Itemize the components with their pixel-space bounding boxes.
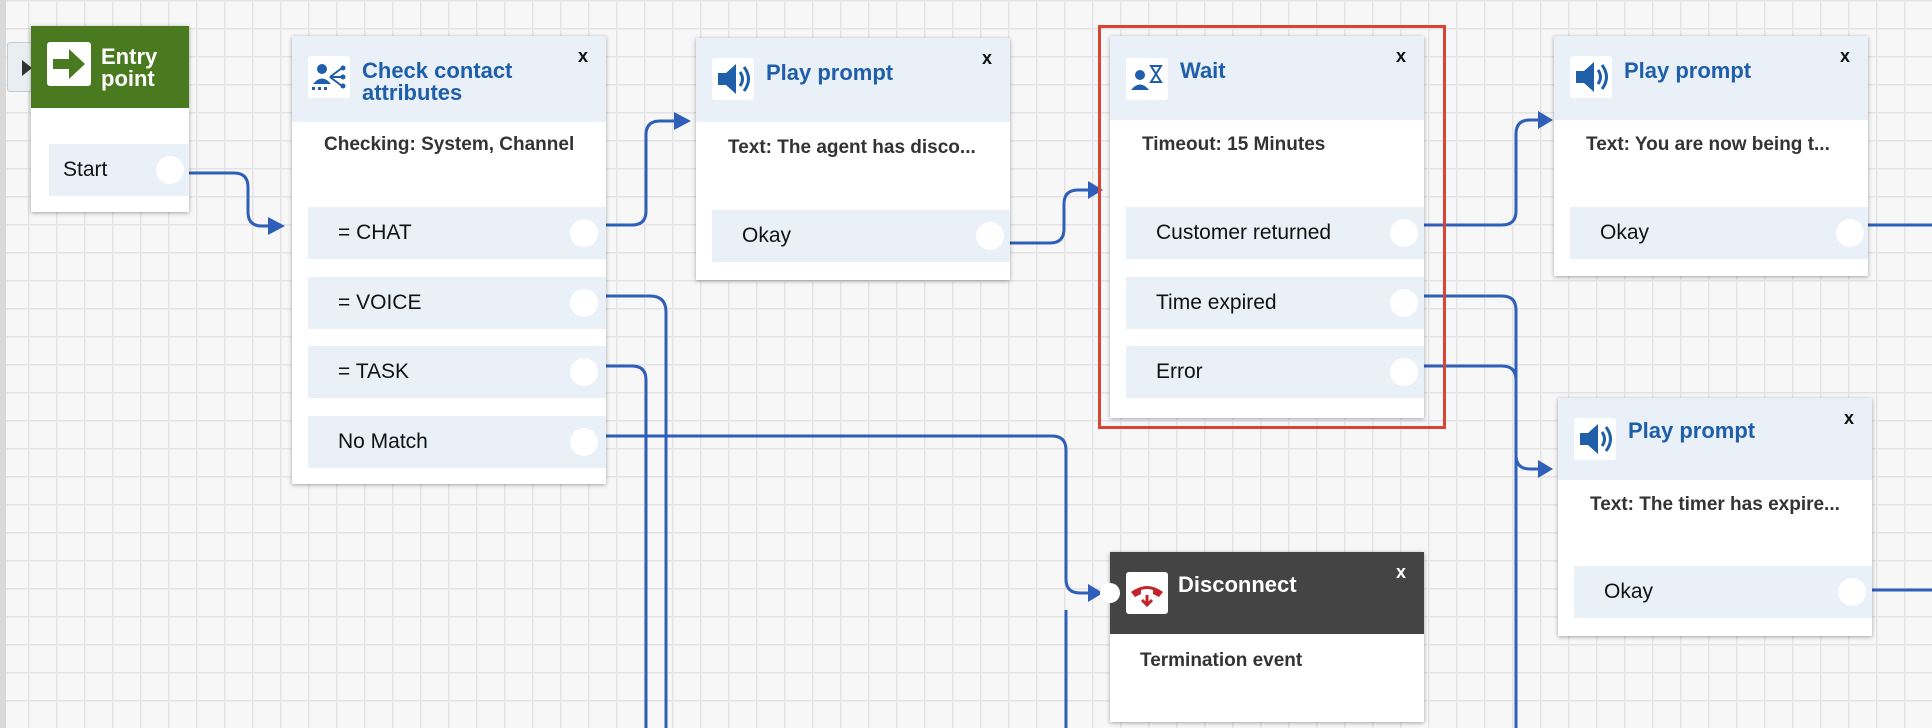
play-prompt-block-3[interactable]: Play prompt x Text: The timer has expire… — [1558, 398, 1872, 636]
check-close-button[interactable]: x — [578, 46, 588, 67]
branch-chat-label: = CHAT — [338, 221, 412, 244]
disconnect-input-port[interactable] — [1100, 583, 1120, 603]
arrowhead-prompt1 — [674, 112, 691, 130]
prompt2-okay-branch[interactable]: Okay — [1570, 207, 1868, 259]
entry-point-header: Entry point — [31, 26, 189, 108]
disconnect-title: Disconnect — [1178, 572, 1297, 597]
branch-customer-returned[interactable]: Customer returned — [1126, 207, 1424, 259]
speaker-icon — [1574, 418, 1616, 460]
branch-no-match[interactable]: No Match — [308, 416, 606, 468]
prompt3-okay-label: Okay — [1604, 580, 1654, 603]
prompt2-description: Text: You are now being t... — [1586, 134, 1830, 155]
start-output-port[interactable] — [156, 156, 184, 184]
prompt1-title: Play prompt — [766, 60, 894, 85]
branch-error[interactable]: Error — [1126, 346, 1424, 398]
branch-time-expired[interactable]: Time expired — [1126, 277, 1424, 329]
play-prompt-block-1[interactable]: Play prompt x Text: The agent has disco.… — [696, 38, 1010, 280]
connector-start-to-check — [184, 171, 270, 228]
branch-voice-label: = VOICE — [338, 291, 422, 314]
wait-header: Wait x — [1110, 36, 1424, 120]
wait-close-button[interactable]: x — [1396, 46, 1406, 67]
entry-point-block[interactable]: Entry point Start — [31, 26, 189, 212]
prompt1-close-button[interactable]: x — [982, 48, 992, 69]
connector-returned-to-prompt — [1420, 118, 1540, 227]
connector-error — [1420, 364, 1518, 728]
prompt2-header: Play prompt x — [1554, 36, 1868, 120]
connector-expired-to-prompt — [1420, 294, 1540, 471]
check-description: Checking: System, Channel — [324, 134, 575, 155]
speaker-icon — [1570, 56, 1612, 98]
time-expired-label: Time expired — [1156, 291, 1277, 314]
prompt3-description: Text: The timer has expire... — [1590, 494, 1840, 515]
disconnect-description: Termination event — [1140, 650, 1303, 671]
prompt2-okay-label: Okay — [1600, 221, 1650, 244]
branch-task[interactable]: = TASK — [308, 346, 606, 398]
customer-returned-label: Customer returned — [1156, 221, 1332, 244]
branch-task-label: = TASK — [338, 360, 410, 383]
prompt3-title: Play prompt — [1628, 418, 1756, 443]
speaker-icon — [712, 58, 754, 100]
chat-output-port[interactable] — [570, 219, 598, 247]
person-hourglass-icon — [1126, 58, 1168, 100]
prompt2-title: Play prompt — [1624, 58, 1752, 83]
prompt3-close-button[interactable]: x — [1844, 408, 1854, 429]
arrowhead-prompt2 — [1538, 111, 1553, 129]
entry-point-title: Entry point — [101, 44, 158, 91]
branch-voice[interactable]: = VOICE — [308, 277, 606, 329]
arrowhead-check — [268, 217, 285, 235]
branch-chat[interactable]: = CHAT — [308, 207, 606, 259]
prompt3-header: Play prompt x — [1558, 398, 1872, 480]
voice-output-port[interactable] — [570, 289, 598, 317]
prompt1-description: Text: The agent has disco... — [728, 137, 976, 158]
hang-up-icon — [1126, 572, 1168, 614]
connector-nomatch-to-disconnect — [600, 434, 1090, 595]
check-header: Check contact attributes x — [292, 36, 606, 122]
arrowhead-prompt3 — [1538, 460, 1553, 478]
disconnect-header: Disconnect x — [1110, 552, 1424, 634]
prompt1-okay-branch[interactable]: Okay — [712, 210, 1010, 262]
wait-description: Timeout: 15 Minutes — [1142, 134, 1326, 155]
play-prompt-block-2[interactable]: Play prompt x Text: You are now being t.… — [1554, 36, 1868, 276]
check-contact-attributes-block[interactable]: Check contact attributes x Checking: Sys… — [292, 36, 606, 484]
start-label: Start — [63, 158, 108, 181]
connector-chat-to-prompt — [600, 119, 676, 227]
wait-title: Wait — [1180, 58, 1226, 83]
connector-voice — [600, 294, 668, 728]
branch-no-match-label: No Match — [338, 430, 428, 453]
customer-returned-output-port[interactable] — [1390, 219, 1418, 247]
error-output-port[interactable] — [1390, 358, 1418, 386]
arrow-right-icon — [47, 42, 91, 86]
branch-icon — [308, 56, 350, 98]
arrowhead-wait — [1088, 181, 1103, 199]
prompt1-okay-label: Okay — [742, 224, 792, 247]
disconnect-block[interactable]: Disconnect x Termination event — [1100, 552, 1424, 722]
prompt2-output-port[interactable] — [1836, 219, 1864, 247]
disconnect-close-button[interactable]: x — [1396, 562, 1406, 583]
time-expired-output-port[interactable] — [1390, 289, 1418, 317]
task-output-port[interactable] — [570, 358, 598, 386]
prompt3-okay-branch[interactable]: Okay — [1574, 566, 1872, 618]
wait-block[interactable]: Wait x Timeout: 15 Minutes Customer retu… — [1110, 36, 1424, 418]
no-match-output-port[interactable] — [570, 428, 598, 456]
connector-okay-to-wait — [1008, 188, 1090, 245]
connector-task — [600, 364, 648, 728]
error-label: Error — [1156, 360, 1203, 383]
check-title: Check contact attributes — [362, 58, 513, 105]
prompt3-output-port[interactable] — [1838, 578, 1866, 606]
prompt1-header: Play prompt x — [696, 38, 1010, 122]
prompt2-close-button[interactable]: x — [1840, 46, 1850, 67]
prompt1-output-port[interactable] — [976, 222, 1004, 250]
